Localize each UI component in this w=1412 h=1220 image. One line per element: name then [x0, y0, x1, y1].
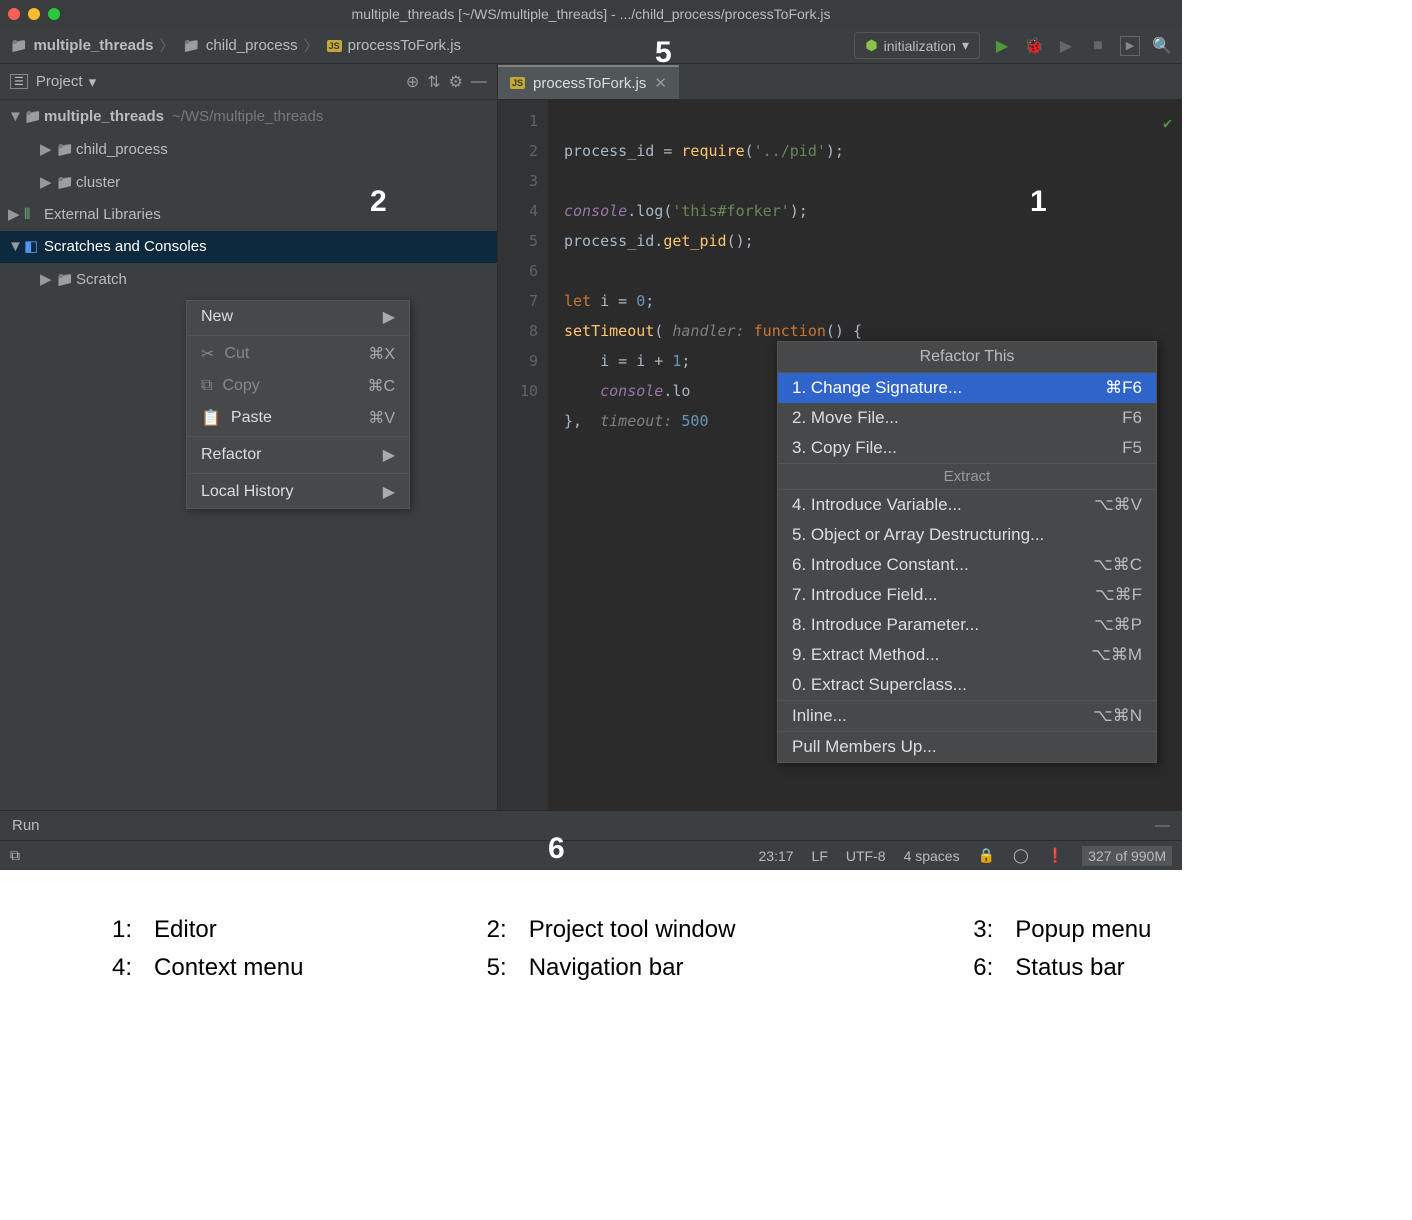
folder-icon	[56, 166, 76, 199]
popup-item-extract-superclass[interactable]: 0. Extract Superclass...	[778, 670, 1156, 700]
title-bar: multiple_threads [~/WS/multiple_threads]…	[0, 0, 1182, 28]
indent-settings[interactable]: 4 spaces	[904, 848, 960, 864]
hide-tool-button[interactable]: —	[471, 73, 487, 91]
js-file-icon: JS	[327, 40, 342, 52]
refactor-this-popup: Refactor This 1. Change Signature...⌘F6 …	[777, 341, 1157, 763]
copy-icon: ⧉	[201, 377, 212, 395]
tree-scratches-and-consoles[interactable]: ▼◧Scratches and Consoles	[0, 231, 497, 263]
context-menu: New▶ ✂Cut⌘X ⧉Copy⌘C 📋Paste⌘V Refactor▶ L…	[186, 300, 410, 509]
folder-icon	[24, 100, 44, 133]
tree-external-libraries[interactable]: ▶⫴External Libraries	[0, 199, 497, 231]
window-title: multiple_threads [~/WS/multiple_threads]…	[352, 6, 831, 22]
chevron-down-icon: ▾	[962, 37, 969, 54]
popup-subheader-extract: Extract	[778, 463, 1156, 490]
breadcrumb-file[interactable]: JSprocessToFork.js	[327, 37, 461, 54]
tree-folder-cluster[interactable]: ▶cluster	[0, 166, 497, 199]
debug-button[interactable]: 🐞	[1024, 36, 1044, 56]
popup-item-introduce-field[interactable]: 7. Introduce Field...⌥⌘F	[778, 580, 1156, 610]
file-encoding[interactable]: UTF-8	[846, 848, 886, 864]
line-separator[interactable]: LF	[812, 848, 828, 864]
notifications-icon[interactable]: ◯	[1013, 847, 1029, 864]
window-controls	[8, 8, 60, 20]
folder-icon	[56, 133, 76, 166]
breadcrumb-folder[interactable]: child_process〉	[182, 35, 318, 56]
memory-indicator[interactable]: 327 of 990M	[1082, 846, 1172, 866]
tool-windows-toggle-icon[interactable]: ⧉	[10, 847, 20, 864]
project-view-icon: ☰	[10, 74, 28, 89]
run-config-selector[interactable]: ⬢ initialization ▾	[854, 32, 980, 59]
search-icon[interactable]: 🔍	[1152, 36, 1172, 56]
menu-separator	[187, 335, 409, 336]
tree-folder-child-process[interactable]: ▶child_process	[0, 133, 497, 166]
context-menu-cut[interactable]: ✂Cut⌘X	[187, 338, 409, 370]
context-menu-refactor[interactable]: Refactor▶	[187, 439, 409, 471]
editor-tabs: JS processToFork.js ✕	[498, 64, 1182, 100]
folder-icon	[10, 37, 27, 54]
popup-item-destructuring[interactable]: 5. Object or Array Destructuring...	[778, 520, 1156, 550]
scratches-icon: ◧	[24, 231, 44, 263]
breadcrumb-project[interactable]: multiple_threads〉	[10, 35, 174, 56]
folder-icon	[182, 37, 199, 54]
popup-title: Refactor This	[778, 342, 1156, 373]
maximize-window-button[interactable]	[48, 8, 60, 20]
legend: 1:Editor 2:Project tool window 3:Popup m…	[0, 870, 1412, 1028]
context-menu-paste[interactable]: 📋Paste⌘V	[187, 402, 409, 434]
run-tool-bar[interactable]: Run —	[0, 810, 1182, 840]
navigation-bar: multiple_threads〉 child_process〉 JSproce…	[0, 28, 1182, 64]
context-menu-copy[interactable]: ⧉Copy⌘C	[187, 370, 409, 402]
context-menu-local-history[interactable]: Local History▶	[187, 476, 409, 508]
project-view-title[interactable]: Project	[36, 73, 83, 90]
popup-item-introduce-variable[interactable]: 4. Introduce Variable...⌥⌘V	[778, 490, 1156, 520]
minimize-window-button[interactable]	[28, 8, 40, 20]
editor-gutter: 12345678910	[498, 100, 548, 810]
folder-icon	[56, 263, 76, 296]
popup-item-extract-method[interactable]: 9. Extract Method...⌥⌘M	[778, 640, 1156, 670]
tree-project-root[interactable]: ▼multiple_threads~/WS/multiple_threads	[0, 100, 497, 133]
locate-file-button[interactable]: ⊕	[406, 72, 419, 92]
popup-item-inline[interactable]: Inline...⌥⌘N	[778, 701, 1156, 731]
run-button[interactable]: ▶	[992, 36, 1012, 56]
popup-item-introduce-parameter[interactable]: 8. Introduce Parameter...⌥⌘P	[778, 610, 1156, 640]
popup-item-change-signature[interactable]: 1. Change Signature...⌘F6	[778, 373, 1156, 403]
popup-item-introduce-constant[interactable]: 6. Introduce Constant...⌥⌘C	[778, 550, 1156, 580]
popup-item-pull-members-up[interactable]: Pull Members Up...	[778, 732, 1156, 762]
close-window-button[interactable]	[8, 8, 20, 20]
menu-separator	[187, 436, 409, 437]
paste-icon: 📋	[201, 408, 221, 428]
submenu-arrow-icon: ▶	[383, 482, 395, 502]
editor-tab-processtoforkjs[interactable]: JS processToFork.js ✕	[498, 65, 679, 99]
settings-icon[interactable]: ⚙	[449, 72, 463, 92]
ide-window: multiple_threads [~/WS/multiple_threads]…	[0, 0, 1182, 870]
context-menu-new[interactable]: New▶	[187, 301, 409, 333]
close-tab-icon[interactable]: ✕	[654, 74, 667, 92]
run-with-coverage-button[interactable]: ▶	[1056, 36, 1076, 56]
popup-item-move-file[interactable]: 2. Move File...F6	[778, 403, 1156, 433]
hide-run-button[interactable]: —	[1155, 817, 1170, 834]
inspection-ok-icon: ✔	[1163, 108, 1172, 138]
status-bar: ⧉ 23:17 LF UTF-8 4 spaces 🔒 ◯ ❗ 327 of 9…	[0, 840, 1182, 870]
lock-icon[interactable]: 🔒	[978, 847, 995, 864]
nodejs-icon: ⬢	[865, 37, 877, 54]
js-file-icon: JS	[510, 77, 525, 89]
cut-icon: ✂	[201, 344, 214, 364]
stop-button[interactable]: ■	[1088, 36, 1108, 56]
library-icon: ⫴	[24, 199, 44, 231]
expand-all-button[interactable]: ⇅	[427, 72, 440, 92]
submenu-arrow-icon: ▶	[383, 445, 395, 465]
project-tree[interactable]: ▼multiple_threads~/WS/multiple_threads ▶…	[0, 100, 497, 296]
submenu-arrow-icon: ▶	[383, 307, 395, 327]
popup-item-copy-file[interactable]: 3. Copy File...F5	[778, 433, 1156, 463]
menu-separator	[187, 473, 409, 474]
run-anything-button[interactable]: ▶	[1120, 36, 1140, 56]
caret-position[interactable]: 23:17	[759, 848, 794, 864]
tree-scratches-folder[interactable]: ▶Scratch	[0, 263, 497, 296]
problems-icon[interactable]: ❗	[1047, 847, 1064, 864]
chevron-down-icon: ▾	[89, 73, 97, 91]
